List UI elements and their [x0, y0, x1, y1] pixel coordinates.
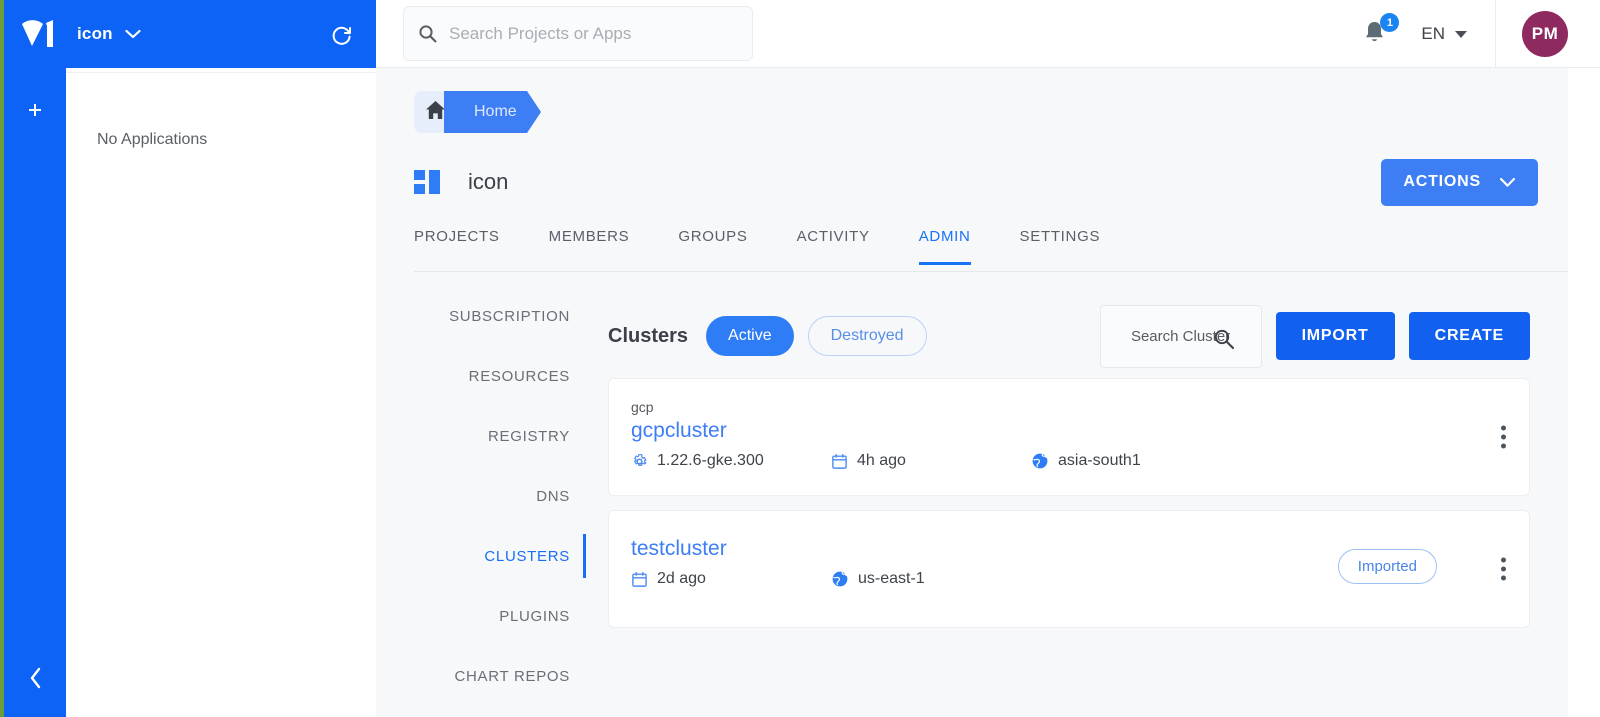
clusters-panel: Clusters Active Destroyed Search Cluster…	[608, 286, 1530, 628]
top-bar-divider	[1495, 0, 1496, 68]
chevron-down-icon	[1499, 177, 1516, 187]
notifications-button[interactable]: 1	[1361, 13, 1400, 49]
right-gutter	[1568, 68, 1600, 717]
tab-settings[interactable]: SETTINGS	[1020, 220, 1101, 265]
no-applications-message: No Applications	[97, 131, 208, 148]
cluster-name-link[interactable]: gcpcluster	[631, 419, 727, 443]
tab-projects[interactable]: PROJECTS	[414, 220, 500, 265]
cluster-version: 1.22.6-gke.300	[631, 452, 831, 470]
subnav-item-subscription[interactable]: SUBSCRIPTION	[414, 286, 586, 346]
calendar-icon	[831, 453, 848, 470]
org-switcher-button[interactable]	[125, 29, 141, 39]
clusters-toolbar: Clusters Active Destroyed Search Cluster…	[608, 286, 1530, 368]
cluster-menu-button[interactable]	[1501, 554, 1507, 585]
cluster-search-input[interactable]: Search Cluster	[1099, 304, 1262, 368]
cluster-meta: 1.22.6-gke.300 4h ago asia-south1	[631, 452, 1505, 470]
cluster-card[interactable]: testcluster 2d ago us-east-1 Imported	[608, 510, 1530, 628]
subnav-item-plugins[interactable]: PLUGINS	[414, 586, 586, 646]
tab-bar: PROJECTS MEMBERS GROUPS ACTIVITY ADMIN S…	[414, 220, 1568, 272]
tab-activity[interactable]: ACTIVITY	[797, 220, 870, 265]
page-title-row: icon ACTIONS	[414, 156, 1538, 208]
add-application-button[interactable]	[4, 92, 66, 130]
gear-icon	[631, 453, 648, 470]
cluster-version-value: 1.22.6-gke.300	[657, 452, 764, 469]
filter-destroyed[interactable]: Destroyed	[807, 316, 927, 356]
search-icon	[1213, 328, 1235, 355]
status-badge: Imported	[1337, 549, 1437, 584]
tab-admin[interactable]: ADMIN	[918, 220, 971, 265]
org-name-label: icon	[77, 24, 113, 43]
cluster-region: us-east-1	[831, 570, 925, 588]
cluster-updated-value: 4h ago	[857, 452, 906, 469]
subnav-item-chart-repos[interactable]: CHART REPOS	[414, 646, 586, 706]
global-search-input[interactable]: Search Projects or Apps	[403, 6, 753, 61]
clusters-heading: Clusters	[608, 324, 689, 347]
chevron-down-icon	[1455, 30, 1467, 38]
page-title: icon	[468, 169, 509, 194]
cluster-region: asia-south1	[1031, 452, 1141, 470]
subnav-item-registry[interactable]: REGISTRY	[414, 406, 586, 466]
admin-subnav: SUBSCRIPTION RESOURCES REGISTRY DNS CLUS…	[414, 286, 586, 706]
globe-icon	[1031, 452, 1049, 470]
refresh-button[interactable]	[330, 22, 354, 46]
tab-groups[interactable]: GROUPS	[678, 220, 747, 265]
cluster-region-value: us-east-1	[858, 570, 925, 587]
cluster-updated: 4h ago	[831, 452, 1031, 470]
language-selector[interactable]: EN	[1421, 24, 1467, 44]
refresh-icon	[332, 26, 351, 45]
cluster-name-link[interactable]: testcluster	[631, 537, 727, 561]
cluster-meta: 2d ago us-east-1 Imported	[631, 549, 1505, 588]
breadcrumb: Home	[414, 91, 541, 133]
chevron-left-icon	[30, 667, 40, 689]
globe-icon	[831, 570, 849, 588]
org-header: icon	[22, 0, 376, 68]
applications-panel: No Applications	[66, 68, 376, 717]
collapse-sidebar-button[interactable]	[4, 661, 66, 695]
left-rail	[4, 0, 66, 717]
language-value: EN	[1421, 24, 1445, 43]
opsera-logo-icon	[22, 20, 53, 47]
cluster-menu-button[interactable]	[1501, 422, 1507, 453]
actions-button[interactable]: ACTIONS	[1381, 158, 1538, 206]
tab-members[interactable]: MEMBERS	[549, 220, 630, 265]
top-bar-right: 1 EN PM	[1361, 0, 1600, 68]
cluster-region-value: asia-south1	[1058, 452, 1141, 469]
top-bar: Search Projects or Apps 1 EN PM	[376, 0, 1600, 68]
chevron-down-icon	[125, 29, 141, 39]
notification-count-badge: 1	[1380, 13, 1400, 32]
cluster-card[interactable]: gcp gcpcluster 1.22.6-gke.300 4h ago asi…	[608, 378, 1530, 496]
search-icon	[419, 25, 437, 43]
actions-button-label: ACTIONS	[1403, 173, 1481, 190]
cluster-updated: 2d ago	[631, 570, 831, 588]
import-cluster-button[interactable]: IMPORT	[1275, 312, 1395, 360]
subnav-item-clusters[interactable]: CLUSTERS	[414, 526, 586, 586]
plus-icon	[29, 104, 41, 116]
avatar[interactable]: PM	[1522, 11, 1568, 57]
dashboard-grid-icon	[414, 170, 440, 194]
filter-active[interactable]: Active	[706, 316, 794, 356]
applications-panel-toolbar	[66, 68, 376, 73]
breadcrumb-current[interactable]: Home	[444, 91, 541, 133]
cluster-provider: gcp	[631, 399, 654, 415]
brand-logo	[16, 10, 62, 56]
cluster-updated-value: 2d ago	[657, 570, 706, 587]
subnav-item-dns[interactable]: DNS	[414, 466, 586, 526]
main-content: Home icon ACTIONS PROJECTS MEMBERS GROUP…	[376, 68, 1568, 717]
app-root: icon No Applications Search Projects or …	[0, 0, 1600, 717]
subnav-item-resources[interactable]: RESOURCES	[414, 346, 586, 406]
global-search-placeholder: Search Projects or Apps	[449, 23, 632, 43]
create-cluster-button[interactable]: CREATE	[1408, 312, 1530, 360]
calendar-icon	[631, 571, 648, 588]
